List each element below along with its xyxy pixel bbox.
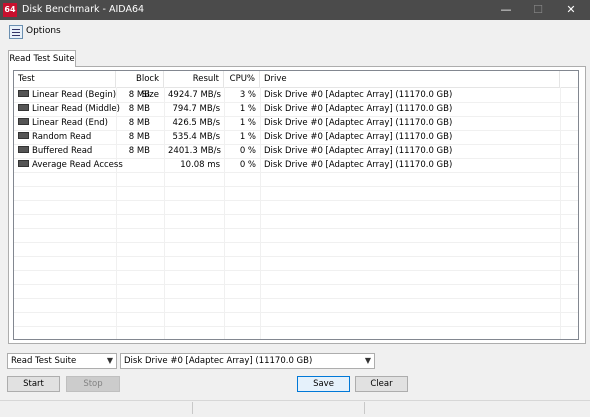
column-header-result[interactable]: Result: [164, 71, 224, 87]
table-row[interactable]: Buffered Read 8 MB 2401.3 MB/s 0 % Disk …: [14, 144, 578, 159]
toolbar: [0, 20, 590, 42]
drive-icon: [18, 160, 29, 167]
column-header-test[interactable]: Test: [14, 71, 116, 87]
status-divider: [364, 402, 365, 414]
table-row[interactable]: Random Read 8 MB 535.4 MB/s 1 % Disk Dri…: [14, 130, 578, 145]
column-header-drive[interactable]: Drive: [260, 71, 560, 87]
chevron-down-icon: ▼: [106, 356, 113, 365]
row-block-size: 8 MB: [128, 132, 150, 142]
table-row: [14, 242, 578, 257]
row-block-size: 8 MB: [128, 104, 150, 114]
table-row: [14, 270, 578, 285]
results-table[interactable]: Test Block Size Result CPU% Drive Linear…: [13, 70, 579, 340]
row-result: 2401.3 MB/s: [168, 146, 221, 156]
drive-select-value: Disk Drive #0 [Adaptec Array] (11170.0 G…: [124, 356, 313, 366]
save-button[interactable]: Save: [297, 376, 350, 392]
status-divider: [192, 402, 193, 414]
row-drive: Disk Drive #0 [Adaptec Array] (11170.0 G…: [264, 90, 453, 100]
table-header: Test Block Size Result CPU% Drive: [14, 71, 578, 100]
table-row[interactable]: Average Read Access 10.08 ms 0 % Disk Dr…: [14, 158, 578, 173]
row-drive: Disk Drive #0 [Adaptec Array] (11170.0 G…: [264, 118, 453, 128]
row-cpu: 1 %: [239, 118, 256, 128]
row-cpu: 3 %: [239, 90, 256, 100]
table-row: [14, 214, 578, 229]
table-row[interactable]: Linear Read (End) 8 MB 426.5 MB/s 1 % Di…: [14, 116, 578, 131]
column-header-cpu[interactable]: CPU%: [224, 71, 260, 87]
table-row: [14, 284, 578, 299]
row-test: Linear Read (Begin): [32, 90, 117, 100]
drive-icon: [18, 104, 29, 111]
table-row: [14, 200, 578, 215]
row-result: 794.7 MB/s: [172, 104, 221, 114]
drive-icon: [18, 90, 29, 97]
row-cpu: 0 %: [239, 146, 256, 156]
row-drive: Disk Drive #0 [Adaptec Array] (11170.0 G…: [264, 146, 453, 156]
status-bar: [0, 400, 590, 417]
test-suite-select-value: Read Test Suite: [11, 356, 77, 366]
start-button[interactable]: Start: [7, 376, 60, 392]
options-icon[interactable]: [9, 25, 23, 39]
row-result: 535.4 MB/s: [172, 132, 221, 142]
row-cpu: 1 %: [239, 104, 256, 114]
row-drive: Disk Drive #0 [Adaptec Array] (11170.0 G…: [264, 104, 453, 114]
window-title: Disk Benchmark - AIDA64: [22, 4, 145, 15]
row-test: Linear Read (End): [32, 118, 108, 128]
row-cpu: 1 %: [239, 132, 256, 142]
row-test: Linear Read (Middle): [32, 104, 120, 114]
table-row: [14, 172, 578, 187]
maximize-button[interactable]: ☐: [522, 0, 554, 20]
column-header-block-size[interactable]: Block Size: [116, 71, 164, 100]
table-row: [14, 298, 578, 313]
tab-read-test-suite[interactable]: Read Test Suite: [8, 50, 76, 67]
drive-select[interactable]: Disk Drive #0 [Adaptec Array] (11170.0 G…: [120, 353, 375, 369]
row-cpu: 0 %: [239, 160, 256, 170]
row-test: Buffered Read: [32, 146, 93, 156]
drive-icon: [18, 146, 29, 153]
row-test: Average Read Access: [32, 160, 123, 170]
row-test: Random Read: [32, 132, 92, 142]
table-row: [14, 186, 578, 201]
table-row: [14, 256, 578, 271]
table-row[interactable]: Linear Read (Middle) 8 MB 794.7 MB/s 1 %…: [14, 102, 578, 117]
row-result: 10.08 ms: [180, 160, 220, 170]
minimize-button[interactable]: —: [490, 0, 522, 20]
stop-button[interactable]: Stop: [66, 376, 120, 392]
test-suite-select[interactable]: Read Test Suite ▼: [7, 353, 117, 369]
row-result: 4924.7 MB/s: [168, 90, 221, 100]
table-row: [14, 228, 578, 243]
row-block-size: 8 MB: [128, 118, 150, 128]
options-menu[interactable]: Options: [26, 26, 61, 36]
chevron-down-icon: ▼: [364, 356, 371, 365]
drive-icon: [18, 118, 29, 125]
row-drive: Disk Drive #0 [Adaptec Array] (11170.0 G…: [264, 132, 453, 142]
row-block-size: 8 MB: [128, 90, 150, 100]
close-button[interactable]: ✕: [555, 0, 587, 20]
aida64-app-icon: 64: [3, 3, 17, 17]
clear-button[interactable]: Clear: [355, 376, 408, 392]
row-block-size: [116, 158, 154, 172]
table-row: [14, 312, 578, 327]
row-block-size: 8 MB: [128, 146, 150, 156]
title-bar: 64 Disk Benchmark - AIDA64 — ☐ ✕: [0, 0, 590, 20]
table-row[interactable]: Linear Read (Begin) 8 MB 4924.7 MB/s 3 %…: [14, 88, 578, 103]
row-result: 426.5 MB/s: [172, 118, 221, 128]
row-drive: Disk Drive #0 [Adaptec Array] (11170.0 G…: [264, 160, 453, 170]
drive-icon: [18, 132, 29, 139]
